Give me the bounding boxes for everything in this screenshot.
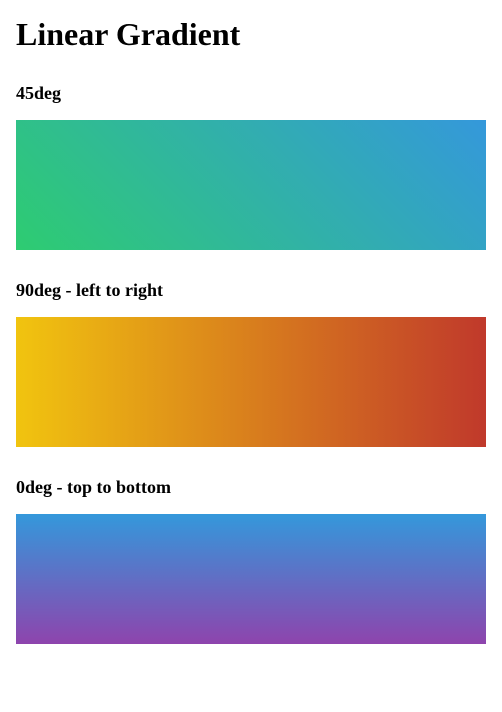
section-heading-90deg: 90deg - left to right (16, 280, 486, 301)
section-heading-0deg: 0deg - top to bottom (16, 477, 486, 498)
gradient-swatch-0deg (16, 514, 486, 644)
page-title: Linear Gradient (16, 16, 486, 53)
section-heading-45deg: 45deg (16, 83, 486, 104)
gradient-swatch-45deg (16, 120, 486, 250)
gradient-swatch-90deg (16, 317, 486, 447)
